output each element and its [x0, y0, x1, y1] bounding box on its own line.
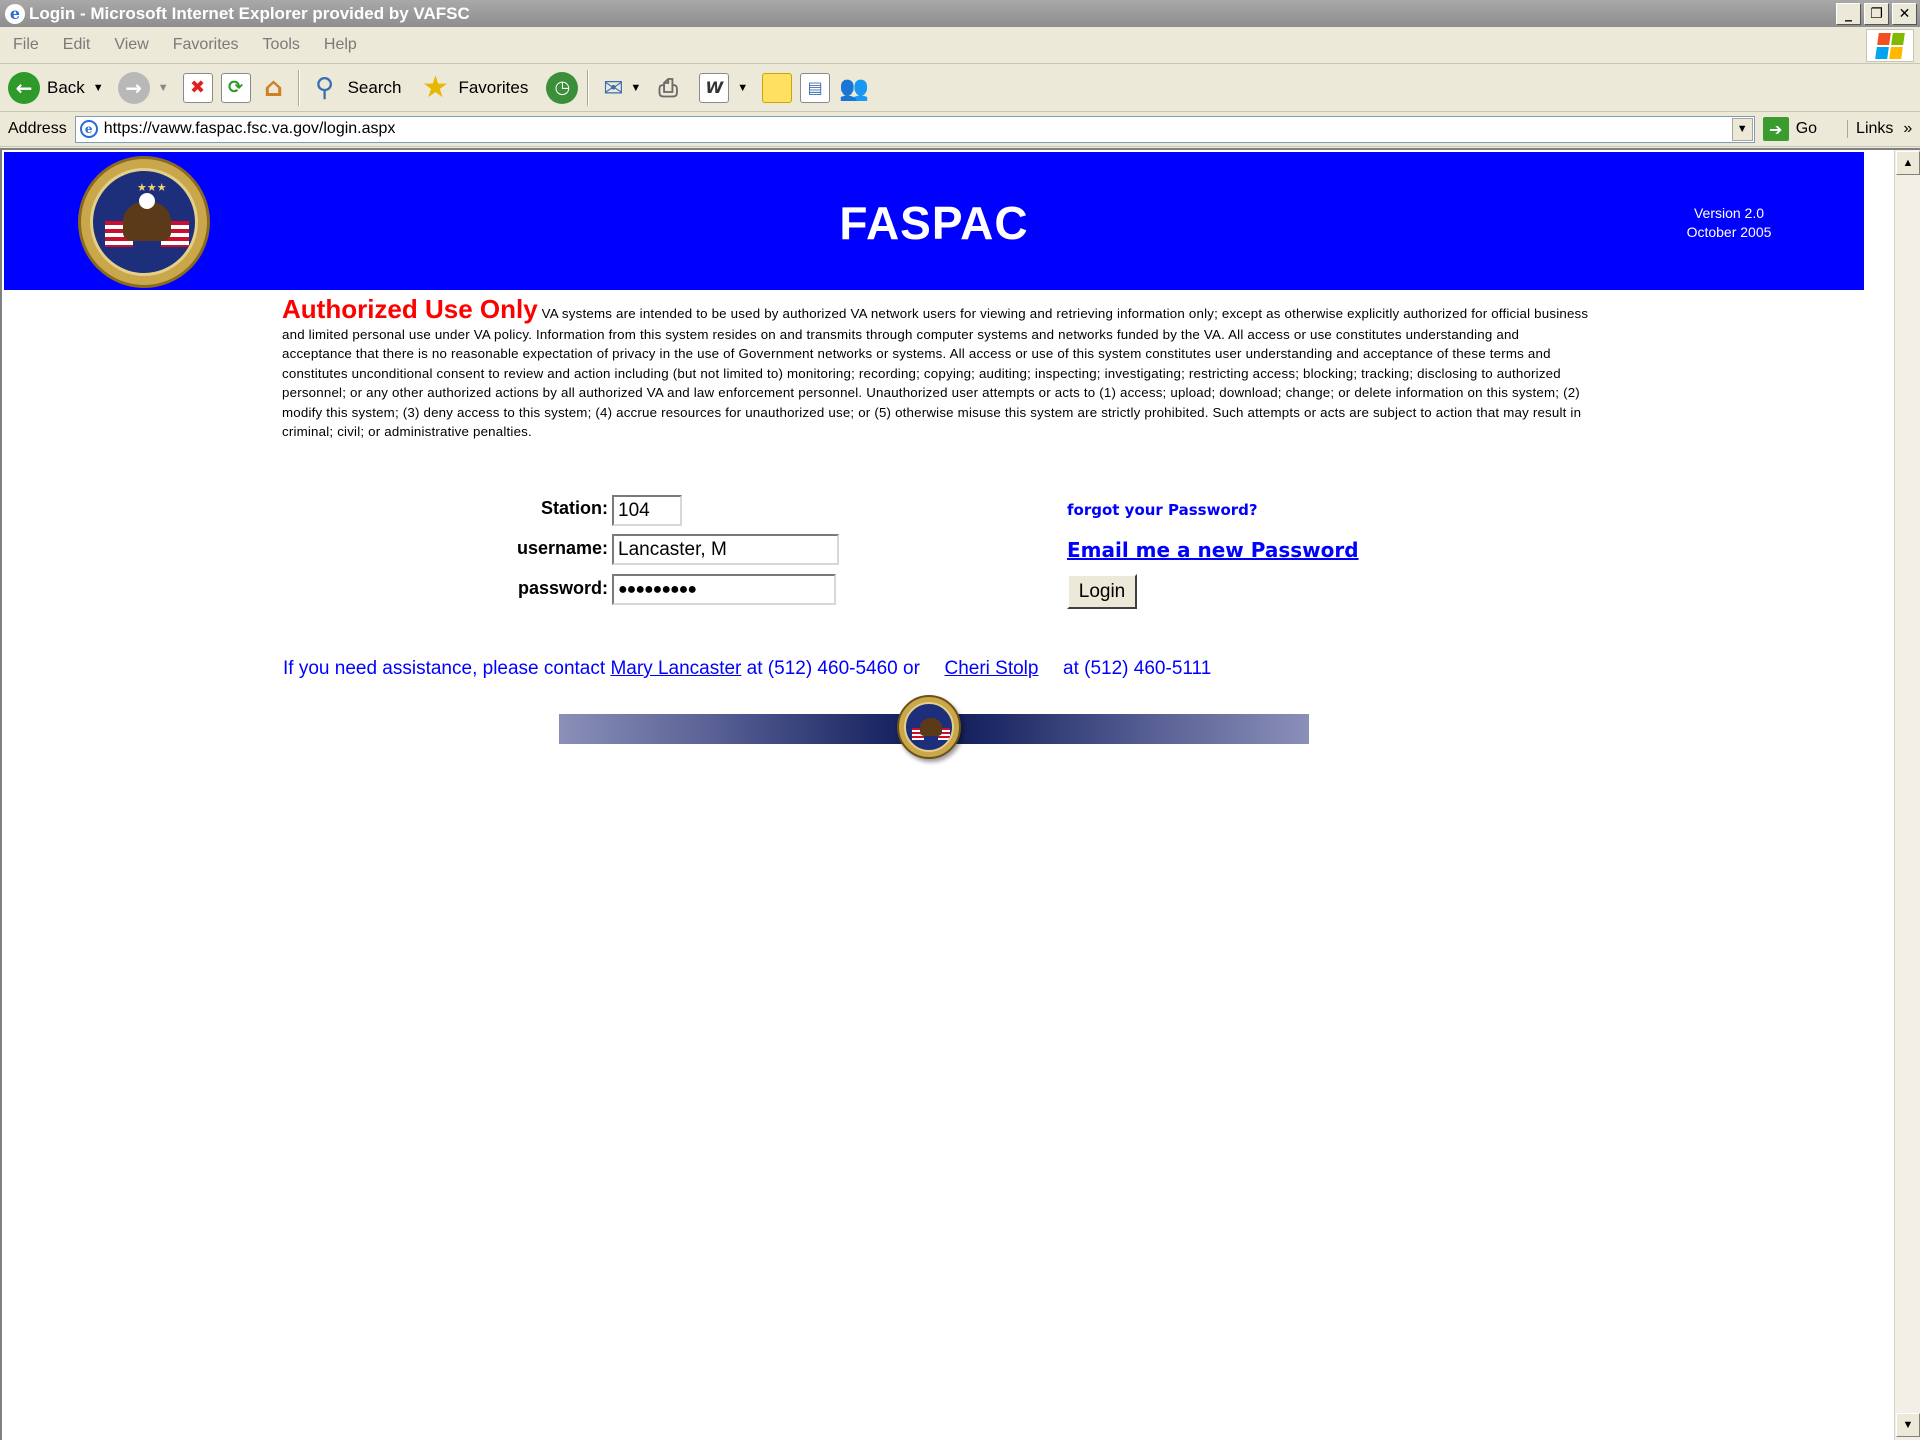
contact-cheri-stolp-link[interactable]: Cheri Stolp	[944, 658, 1038, 679]
windows-logo-icon	[1866, 29, 1914, 62]
mail-button[interactable]: ✉ ▼	[594, 68, 649, 108]
username-value: Lancaster, M	[618, 538, 727, 560]
back-arrow-icon: ←	[8, 71, 40, 104]
login-button[interactable]: Login	[1067, 574, 1137, 609]
messenger-icon: 👥	[839, 73, 870, 102]
print-icon: ⎙	[658, 73, 678, 102]
window-controls: _ ❐ ✕	[1836, 2, 1917, 25]
forward-arrow-icon: →	[117, 71, 150, 104]
edit-dropdown-icon[interactable]: ▼	[737, 82, 748, 94]
address-dropdown-icon[interactable]: ▼	[1731, 117, 1753, 141]
vertical-scrollbar[interactable]: ▲ ▼	[1894, 150, 1920, 1440]
address-bar: Address e https://vaww.faspac.fsc.va.gov…	[0, 112, 1920, 147]
toolbar: ← Back ▼ → ▼ ✖ ⟳ ⌂ ⚲ Search ★ Favorites …	[0, 64, 1920, 112]
back-label: Back	[47, 77, 85, 97]
username-input[interactable]: Lancaster, M	[612, 534, 839, 565]
app-title: FASPAC	[839, 197, 1029, 249]
menu-help[interactable]: Help	[312, 36, 369, 54]
page-icon: e	[79, 120, 98, 138]
refresh-icon: ⟳	[220, 72, 251, 103]
address-label: Address	[8, 120, 67, 137]
forward-dropdown-icon[interactable]: ▼	[158, 82, 169, 94]
note-icon	[762, 72, 793, 103]
ie-icon: e	[5, 3, 25, 24]
email-new-password-link[interactable]: Email me a new Password	[1067, 538, 1359, 562]
links-label: Links	[1856, 120, 1894, 137]
menu-file[interactable]: File	[0, 36, 51, 54]
history-button[interactable]: ◷	[542, 68, 582, 108]
address-input[interactable]: e https://vaww.faspac.fsc.va.gov/login.a…	[74, 115, 1755, 143]
menu-edit[interactable]: Edit	[51, 36, 103, 54]
notice-body: VA systems are intended to be used by au…	[282, 306, 1589, 440]
go-button[interactable]: ➔ Go	[1762, 117, 1818, 141]
go-arrow-icon: ➔	[1762, 117, 1789, 141]
search-icon: ⚲	[315, 72, 335, 103]
home-button[interactable]: ⌂	[255, 68, 293, 108]
back-dropdown-icon[interactable]: ▼	[93, 82, 104, 94]
favorites-button[interactable]: ★ Favorites	[415, 68, 532, 108]
version-date: October 2005	[1686, 224, 1772, 240]
menu-favorites[interactable]: Favorites	[161, 36, 251, 54]
print-button[interactable]: ⎙	[649, 68, 687, 108]
back-button[interactable]: ← Back ▼	[0, 68, 114, 108]
home-icon: ⌂	[264, 72, 283, 103]
mail-icon: ✉	[603, 73, 624, 102]
edit-button[interactable]: W ▼	[695, 68, 758, 108]
forward-button[interactable]: → ▼	[114, 68, 179, 108]
go-label: Go	[1795, 120, 1818, 137]
assist-phone-2: at (512) 460-5111	[1063, 658, 1212, 679]
assist-phone-1: at (512) 460-5460 or	[746, 658, 920, 679]
history-icon: ◷	[546, 71, 579, 104]
assist-prefix: If you need assistance, please contact	[283, 658, 606, 679]
menu-tools[interactable]: Tools	[251, 36, 312, 54]
username-label: username:	[516, 538, 608, 558]
station-input[interactable]: 104	[612, 495, 682, 526]
mail-dropdown-icon[interactable]: ▼	[630, 82, 641, 94]
password-input[interactable]: ●●●●●●●●●	[612, 574, 836, 605]
contact-mary-lancaster-link[interactable]: Mary Lancaster	[610, 658, 741, 679]
forgot-password-text: forgot your Password?	[1067, 501, 1258, 519]
window-title: Login - Microsoft Internet Explorer prov…	[29, 3, 470, 23]
station-label: Station:	[541, 498, 608, 518]
faspac-banner: ★★★ FASPAC Version 2.0 October 2005	[4, 152, 1864, 290]
toolbar-separator	[297, 69, 300, 106]
title-bar: e Login - Microsoft Internet Explorer pr…	[0, 0, 1920, 27]
search-label: Search	[347, 77, 402, 97]
word-edit-icon: W	[699, 72, 730, 103]
search-button[interactable]: ⚲ Search	[305, 68, 406, 108]
notice-heading: Authorized Use Only	[282, 294, 538, 324]
close-button[interactable]: ✕	[1892, 2, 1917, 25]
footer-va-seal-logo	[897, 695, 961, 759]
page-viewport: ★★★ FASPAC Version 2.0 October 2005 Auth…	[0, 148, 1920, 1440]
station-value: 104	[618, 499, 650, 521]
stop-icon: ✖	[182, 72, 213, 103]
research-icon: ▤	[800, 72, 831, 103]
password-value: ●●●●●●●●●	[618, 580, 697, 598]
assistance-text: If you need assistance, please contact M…	[283, 658, 1211, 680]
discuss-button[interactable]	[758, 68, 796, 108]
stop-button[interactable]: ✖	[179, 68, 217, 108]
links-button[interactable]: Links »	[1847, 120, 1912, 138]
favorites-star-icon: ★	[422, 70, 449, 105]
toolbar-separator	[587, 69, 590, 106]
messenger-button[interactable]: 👥	[834, 68, 874, 108]
address-url: https://vaww.faspac.fsc.va.gov/login.asp…	[103, 120, 396, 137]
scroll-down-arrow-icon[interactable]: ▼	[1896, 1413, 1920, 1437]
minimize-button[interactable]: _	[1836, 2, 1861, 25]
password-label: password:	[517, 578, 608, 598]
restore-button[interactable]: ❐	[1864, 2, 1889, 25]
menu-view[interactable]: View	[102, 36, 160, 54]
version-number: Version 2.0	[1693, 205, 1765, 221]
refresh-button[interactable]: ⟳	[217, 68, 255, 108]
chevron-right-icon: »	[1903, 120, 1913, 137]
scroll-up-arrow-icon[interactable]: ▲	[1896, 151, 1920, 175]
authorized-use-notice: Authorized Use Only VA systems are inten…	[282, 294, 1592, 441]
version-info: Version 2.0 October 2005	[1664, 204, 1794, 242]
menu-bar: File Edit View Favorites Tools Help	[0, 27, 1920, 64]
research-button[interactable]: ▤	[796, 68, 834, 108]
favorites-label: Favorites	[458, 77, 529, 97]
